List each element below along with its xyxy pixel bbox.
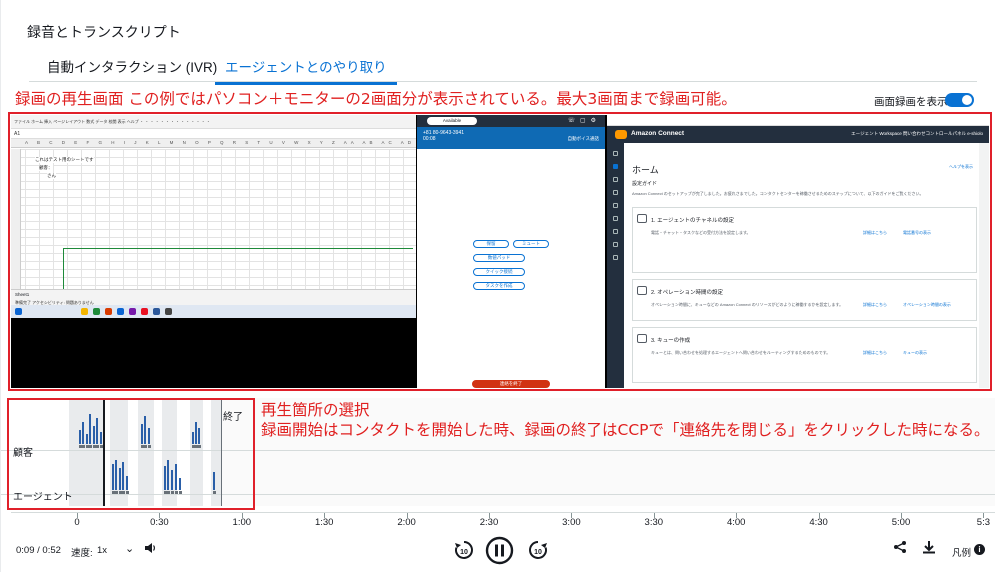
axis-tick-label: 3:00 — [562, 517, 581, 528]
legend-button[interactable]: 凡例 — [952, 545, 971, 559]
tab-ivr[interactable]: 自動インタラクション (IVR) — [47, 56, 217, 84]
toggle-label: 画面録画を表示 — [874, 96, 948, 108]
pause-icon[interactable] — [485, 536, 514, 565]
axis-tick-label: 3:30 — [644, 517, 664, 528]
time-display: 0:09 / 0:52 — [16, 545, 61, 556]
info-icon[interactable]: i — [974, 544, 985, 555]
speed-label: 速度: — [71, 548, 93, 559]
time-axis: 0 0:30 1:00 1:30 2:00 2:30 3:00 3:30 4:00 4:30 5:0… — [11, 512, 995, 536]
forward-seconds: 10 — [534, 549, 542, 556]
annotation-screen: 録画の再生画面 この例ではパソコン＋モニターの2画面分が表示されている。最大3画… — [15, 90, 737, 108]
axis-tick-label: 4:00 — [726, 517, 746, 528]
annotation-timeline-line1: 再生箇所の選択 — [261, 401, 370, 419]
recording-panel: 録音とトランスクリプト 自動インタラクション (IVR) エージェントとのやり取… — [0, 0, 995, 572]
axis-tick-label: 5:00 — [891, 517, 911, 528]
rewind-10-icon[interactable]: 10 — [453, 539, 475, 561]
rewind-seconds: 10 — [460, 549, 468, 556]
screen-recording-toggle[interactable] — [945, 93, 974, 107]
tab-bar: 自動インタラクション (IVR) エージェントとのやり取り — [29, 52, 977, 85]
annotation-timeline: 再生箇所の選択 録画開始はコンタクトを開始した時、録画の終了はCCPで「連絡先を… — [261, 400, 990, 440]
page-title: 録音とトランスクリプト — [27, 24, 181, 40]
tab-agent[interactable]: エージェントとのやり取り — [215, 56, 397, 85]
axis-tick-label: 0 — [74, 517, 80, 528]
volume-icon[interactable] — [143, 541, 157, 555]
player-controls: 0:09 / 0:52 速度: 1x ⌄ 10 10 凡例 i — [1, 536, 995, 572]
axis-tick-label: 1:00 — [232, 517, 252, 528]
annotation-timeline-line2: 録画開始はコンタクトを開始した時、録画の終了はCCPで「連絡先を閉じる」をクリッ… — [261, 421, 990, 439]
axis-tick-label: 0:30 — [150, 517, 169, 528]
axis-tick-label: 4:30 — [809, 517, 828, 528]
share-icon[interactable] — [893, 540, 907, 554]
highlight-box-screen — [8, 112, 992, 391]
axis-tick-label: 2:30 — [479, 517, 499, 528]
chevron-down-icon[interactable]: ⌄ — [125, 542, 134, 555]
speed-select[interactable]: 1x — [97, 545, 107, 556]
axis-tick-label: 1:30 — [314, 517, 334, 528]
forward-10-icon[interactable]: 10 — [527, 539, 549, 561]
download-icon[interactable] — [922, 540, 936, 554]
axis-tick-label: 2:00 — [397, 517, 416, 528]
axis-tick-label: 5:3 — [976, 517, 990, 528]
highlight-box-timeline — [7, 398, 255, 510]
